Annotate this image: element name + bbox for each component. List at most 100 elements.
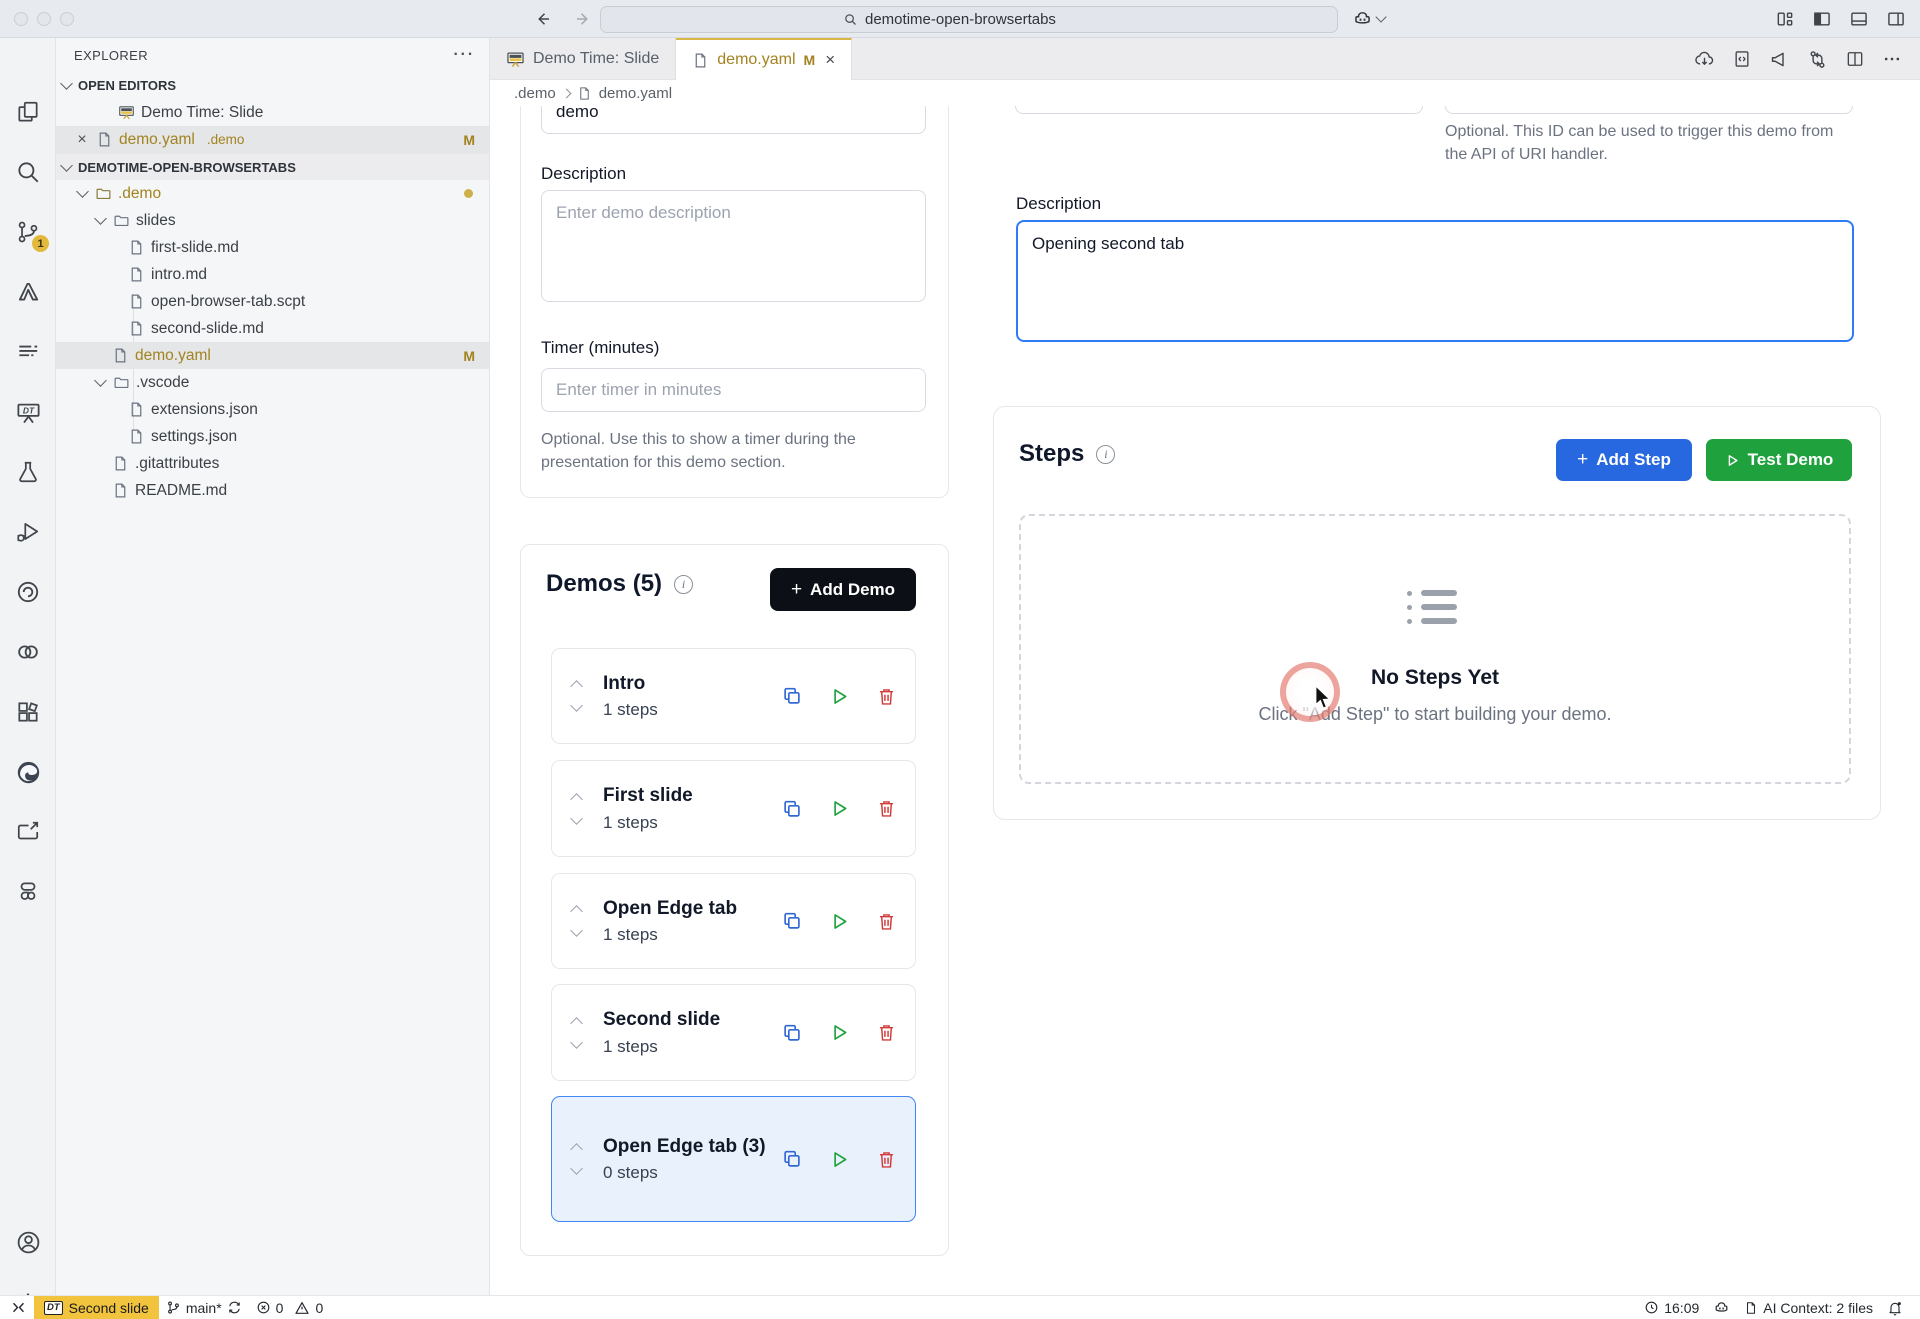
demo-card-intro[interactable]: Intro1 steps — [551, 648, 916, 744]
demo-time-status-item[interactable]: DT Second slide — [34, 1296, 159, 1319]
move-down-icon[interactable] — [570, 699, 583, 712]
delete-demo-icon[interactable] — [876, 1022, 897, 1043]
move-down-icon[interactable] — [570, 1036, 583, 1049]
open-editors-header[interactable]: OPEN EDITORS — [56, 72, 489, 99]
run-demo-icon[interactable] — [829, 911, 850, 932]
delete-demo-icon[interactable] — [876, 1149, 897, 1170]
command-center-search[interactable] — [600, 6, 1338, 33]
megaphone-icon[interactable] — [1769, 49, 1790, 70]
duplicate-demo-icon[interactable] — [781, 1148, 803, 1170]
copilot-status-icon[interactable] — [1706, 1296, 1737, 1319]
add-demo-button[interactable]: Add Demo — [770, 568, 916, 611]
search-view-icon[interactable] — [14, 158, 42, 186]
move-up-icon[interactable] — [570, 1143, 583, 1156]
demo-id-input-left[interactable] — [1015, 106, 1423, 114]
tree-item-vscode-folder[interactable]: .vscode — [56, 369, 489, 396]
tree-item-gitattributes[interactable]: .gitattributes — [56, 450, 489, 477]
demo-card-first-slide[interactable]: First slide1 steps — [551, 760, 916, 857]
back-button[interactable] — [532, 8, 554, 30]
move-up-icon[interactable] — [570, 1017, 583, 1030]
info-icon[interactable] — [674, 575, 693, 594]
toggle-secondary-sidebar-icon[interactable] — [1886, 9, 1906, 29]
edge-browser-icon[interactable] — [14, 758, 42, 786]
open-editor-demo-time[interactable]: Demo Time: Slide — [56, 99, 489, 126]
notifications-bell-icon[interactable] — [1880, 1296, 1910, 1319]
duplicate-demo-icon[interactable] — [781, 685, 803, 707]
spiral-extension-icon[interactable] — [14, 578, 42, 606]
demo-id-input-right[interactable] — [1445, 106, 1853, 114]
linked-circles-icon[interactable] — [14, 638, 42, 666]
duplicate-demo-icon[interactable] — [781, 1022, 803, 1044]
tab-demo-time-slide[interactable]: Demo Time: Slide — [490, 38, 676, 80]
open-editor-demo-yaml[interactable]: × demo.yaml .demo M — [56, 126, 489, 153]
tree-item-open-browser-tab[interactable]: open-browser-tab.scpt — [56, 288, 489, 315]
run-demo-icon[interactable] — [829, 686, 850, 707]
tree-item-demo-yaml[interactable]: demo.yaml M — [56, 342, 489, 369]
figma-icon[interactable] — [14, 878, 42, 906]
move-up-icon[interactable] — [570, 905, 583, 918]
move-down-icon[interactable] — [570, 812, 583, 825]
compare-changes-icon[interactable] — [1807, 49, 1828, 70]
customize-layout-icon[interactable] — [1775, 9, 1795, 29]
tree-item-second-slide[interactable]: second-slide.md — [56, 315, 489, 342]
tree-item-demo-folder[interactable]: .demo — [56, 180, 489, 207]
remote-indicator-icon[interactable] — [0, 1296, 34, 1319]
output-list-icon[interactable] — [14, 338, 42, 366]
toggle-panel-icon[interactable] — [1849, 9, 1869, 29]
explorer-icon[interactable] — [14, 98, 42, 126]
search-input[interactable] — [865, 11, 1095, 28]
run-demo-icon[interactable] — [829, 1022, 850, 1043]
delete-demo-icon[interactable] — [876, 798, 897, 819]
tab-demo-yaml[interactable]: demo.yaml M × — [676, 38, 852, 80]
run-debug-icon[interactable] — [14, 518, 42, 546]
demo-card-open-edge-tab-3[interactable]: Open Edge tab (3)0 steps — [551, 1096, 916, 1222]
duplicate-demo-icon[interactable] — [781, 798, 803, 820]
run-demo-icon[interactable] — [829, 798, 850, 819]
minimize-window-button[interactable] — [37, 12, 51, 26]
tree-item-extensions-json[interactable]: extensions.json — [56, 396, 489, 423]
demo-card-open-edge-tab[interactable]: Open Edge tab1 steps — [551, 873, 916, 969]
screen-share-icon[interactable] — [14, 818, 42, 846]
explorer-more-actions-icon[interactable]: ··· — [454, 46, 476, 64]
delete-demo-icon[interactable] — [876, 686, 897, 707]
clock-status[interactable]: 16:09 — [1637, 1296, 1706, 1319]
move-up-icon[interactable] — [570, 680, 583, 693]
move-down-icon[interactable] — [570, 1162, 583, 1175]
close-editor-icon[interactable]: × — [74, 131, 90, 149]
timer-input[interactable] — [541, 368, 926, 412]
selected-demo-description-textarea[interactable]: Opening second tab — [1016, 220, 1854, 342]
demo-description-textarea[interactable] — [541, 190, 926, 302]
cloud-download-icon[interactable] — [1694, 49, 1715, 70]
source-control-icon[interactable]: 1 — [14, 218, 42, 246]
zoom-window-button[interactable] — [60, 12, 74, 26]
demo-time-icon[interactable]: DT — [14, 398, 42, 426]
close-window-button[interactable] — [14, 12, 28, 26]
tree-item-settings-json[interactable]: settings.json — [56, 423, 489, 450]
tree-item-intro[interactable]: intro.md — [56, 261, 489, 288]
problems-status[interactable]: 0 0 — [249, 1296, 331, 1319]
duplicate-demo-icon[interactable] — [781, 910, 803, 932]
close-tab-icon[interactable]: × — [825, 50, 835, 70]
demo-name-input[interactable] — [541, 106, 926, 134]
tree-item-readme[interactable]: README.md — [56, 477, 489, 504]
forward-button[interactable] — [572, 8, 594, 30]
delete-demo-icon[interactable] — [876, 911, 897, 932]
run-demo-icon[interactable] — [829, 1149, 850, 1170]
window-controls[interactable] — [14, 12, 74, 26]
account-icon[interactable] — [14, 1228, 42, 1256]
testing-beaker-icon[interactable] — [14, 458, 42, 486]
more-actions-icon[interactable] — [1882, 49, 1902, 70]
move-down-icon[interactable] — [570, 924, 583, 937]
file-code-icon[interactable] — [1732, 49, 1752, 70]
toggle-primary-sidebar-icon[interactable] — [1812, 9, 1832, 29]
test-demo-button[interactable]: Test Demo — [1706, 439, 1852, 481]
tree-item-slides-folder[interactable]: slides — [56, 207, 489, 234]
add-step-button[interactable]: Add Step — [1556, 439, 1692, 481]
move-up-icon[interactable] — [570, 793, 583, 806]
project-grid-icon[interactable] — [14, 698, 42, 726]
tree-item-first-slide[interactable]: first-slide.md — [56, 234, 489, 261]
workspace-header[interactable]: DEMOTIME-OPEN-BROWSERTABS — [56, 153, 489, 180]
copilot-menu[interactable] — [1352, 8, 1385, 29]
demo-card-second-slide[interactable]: Second slide1 steps — [551, 984, 916, 1081]
git-branch-status[interactable]: main* — [159, 1296, 249, 1319]
